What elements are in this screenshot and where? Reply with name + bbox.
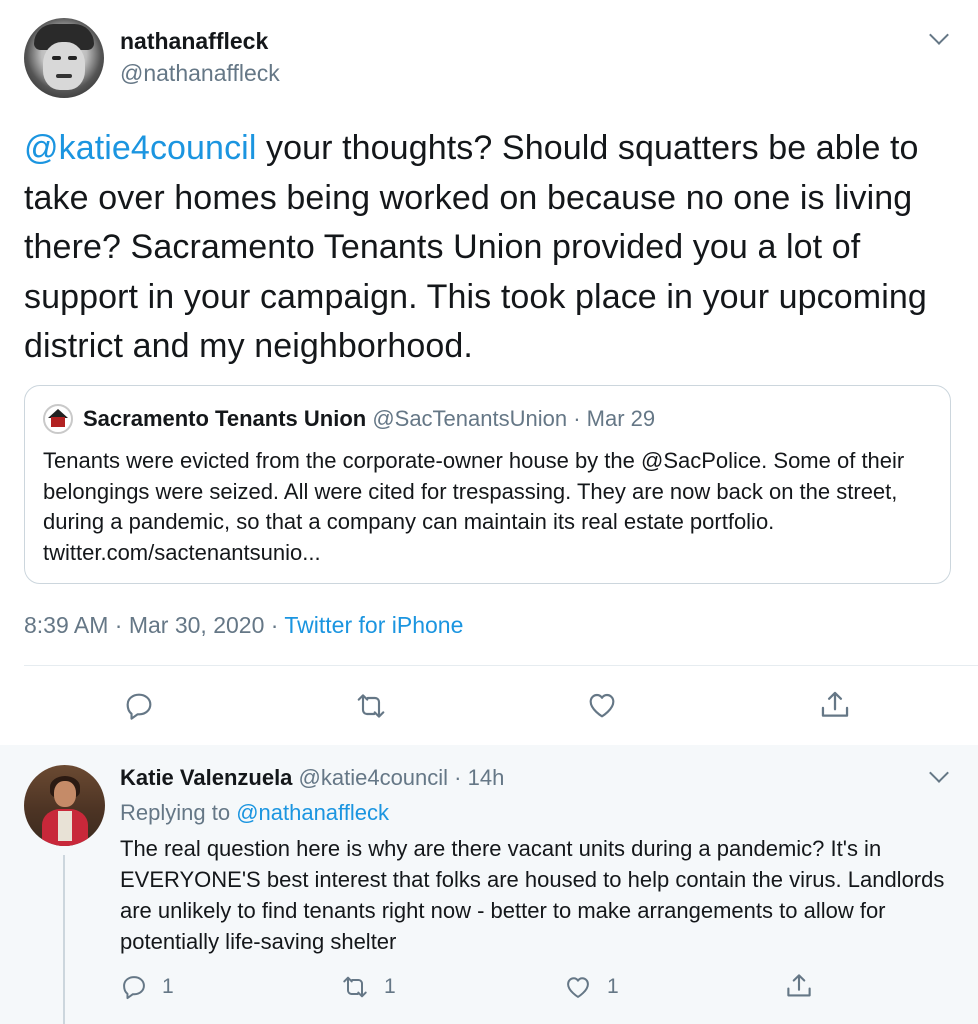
reply-button[interactable]: [123, 690, 155, 722]
retweet-icon: [357, 694, 385, 718]
reply-author-handle[interactable]: @katie4council: [292, 765, 449, 790]
share-button[interactable]: [818, 688, 852, 722]
quoted-text-start: Tenants were evicted from the corporate-…: [43, 448, 641, 473]
reply-header: Katie Valenzuela @katie4council · 14h: [120, 765, 504, 791]
author-avatar[interactable]: [24, 18, 104, 98]
avatar-face: [54, 781, 76, 807]
quoted-tweet-date: · Mar 29: [567, 406, 656, 431]
main-tweet: nathanaffleck @nathanaffleck @katie4coun…: [0, 0, 978, 745]
avatar-shirt: [58, 811, 72, 841]
reply-icon: [123, 976, 145, 1000]
retweet-button[interactable]: [354, 690, 388, 722]
reply-tweet[interactable]: Katie Valenzuela @katie4council · 14h Re…: [0, 745, 978, 1024]
reply-author-name[interactable]: Katie Valenzuela: [120, 765, 292, 790]
reply-age[interactable]: · 14h: [448, 765, 504, 790]
quoted-author-handle: @SacTenantsUnion: [366, 406, 568, 431]
like-icon: [567, 977, 589, 998]
like-icon: [589, 693, 615, 718]
reply-text: The real question here is why are there …: [120, 836, 945, 954]
reply-author-avatar[interactable]: [24, 765, 105, 846]
thread-line: [63, 855, 65, 1024]
reply-count: 1: [162, 975, 174, 998]
quoted-author-name: Sacramento Tenants Union: [83, 406, 367, 431]
like-button[interactable]: [585, 689, 619, 721]
retweet-icon: [343, 976, 367, 998]
reply-reply-button[interactable]: 1: [120, 973, 174, 1001]
mention-link[interactable]: @katie4council: [24, 129, 256, 167]
replying-to: Replying to @nathanaffleck: [120, 800, 389, 826]
share-icon: [787, 974, 811, 997]
reply-share-button[interactable]: [784, 971, 814, 1001]
quoted-author-avatar: [43, 404, 73, 434]
reply-icon: [126, 693, 152, 720]
tweet-timestamp: 8:39 AM · Mar 30, 2020 · Twitter for iPh…: [24, 612, 463, 639]
quoted-tweet-header: Sacramento Tenants Union @SacTenantsUnio…: [83, 406, 655, 432]
like-count: 1: [607, 975, 619, 998]
avatar-mouth: [56, 74, 72, 78]
quoted-mention: @SacPolice: [641, 448, 762, 473]
chevron-down-icon[interactable]: [929, 25, 949, 45]
reply-like-button[interactable]: 1: [563, 973, 619, 1001]
replying-to-label: Replying to: [120, 800, 237, 825]
share-icon: [821, 691, 849, 717]
avatar-eye-right: [68, 56, 77, 60]
tweet-time[interactable]: 8:39 AM · Mar 30, 2020 ·: [24, 612, 284, 638]
avatar-face: [43, 42, 85, 90]
quoted-tweet-text: Tenants were evicted from the corporate-…: [43, 446, 933, 568]
replying-to-link[interactable]: @nathanaffleck: [236, 800, 389, 825]
tweet-source-link[interactable]: Twitter for iPhone: [284, 612, 463, 638]
divider: [24, 665, 978, 666]
author-handle[interactable]: @nathanaffleck: [120, 60, 280, 87]
quoted-tweet-card[interactable]: Sacramento Tenants Union @SacTenantsUnio…: [24, 385, 951, 584]
avatar-house-shape: [51, 417, 65, 427]
retweet-count: 1: [384, 975, 396, 998]
tweet-text: @katie4council your thoughts? Should squ…: [24, 124, 959, 372]
reply-retweet-button[interactable]: 1: [340, 973, 396, 1001]
avatar-eye-left: [52, 56, 61, 60]
author-name[interactable]: nathanaffleck: [120, 28, 268, 55]
